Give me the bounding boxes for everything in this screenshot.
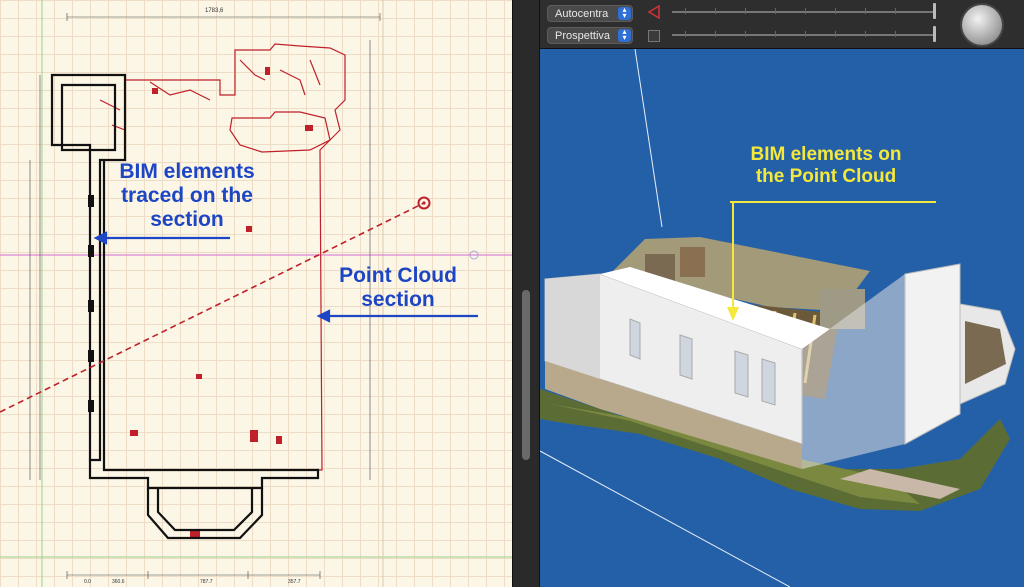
dimension-bottom-3: 787.7 (200, 579, 213, 585)
dimension-bottom-4: 357.7 (288, 579, 301, 585)
slider-1-thumb[interactable] (933, 3, 936, 19)
perspective-checkbox[interactable] (648, 30, 660, 42)
point-cloud-annotation: Point Cloud section (339, 264, 457, 312)
slider-1[interactable] (672, 11, 936, 13)
plan-view[interactable]: 1783,6 0.0 360.6 787.7 357.7 BIM element… (0, 0, 512, 587)
dimension-bottom-2: 360.6 (112, 579, 125, 585)
pane-splitter[interactable] (512, 0, 540, 587)
3d-viewport[interactable]: BIM elements on the Point Cloud (540, 49, 1024, 587)
dimension-bottom-1: 0.0 (84, 579, 91, 585)
slider-2-thumb[interactable] (933, 26, 936, 42)
bim-on-point-cloud-annotation: BIM elements on the Point Cloud (750, 144, 902, 187)
splitter-handle[interactable] (522, 290, 530, 460)
rotation-knob[interactable] (962, 5, 1002, 45)
point-cloud-model (540, 49, 1016, 587)
prospettiva-dropdown[interactable]: Prospettiva ▴ ▾ (547, 27, 633, 44)
chevron-updown-icon: ▴ ▾ (618, 6, 631, 20)
dimension-top: 1783,6 (205, 8, 224, 14)
autocentra-dropdown[interactable]: Autocentra ▴ ▾ (547, 5, 633, 22)
bim-traced-annotation: BIM elements traced on the section (119, 160, 255, 232)
pointer-triangle-icon[interactable] (646, 4, 662, 20)
slider-2[interactable] (672, 34, 936, 36)
view-toolbar: Autocentra ▴ ▾ Prospettiva ▴ ▾ (540, 0, 1024, 49)
chevron-updown-icon: ▴ ▾ (618, 28, 631, 42)
